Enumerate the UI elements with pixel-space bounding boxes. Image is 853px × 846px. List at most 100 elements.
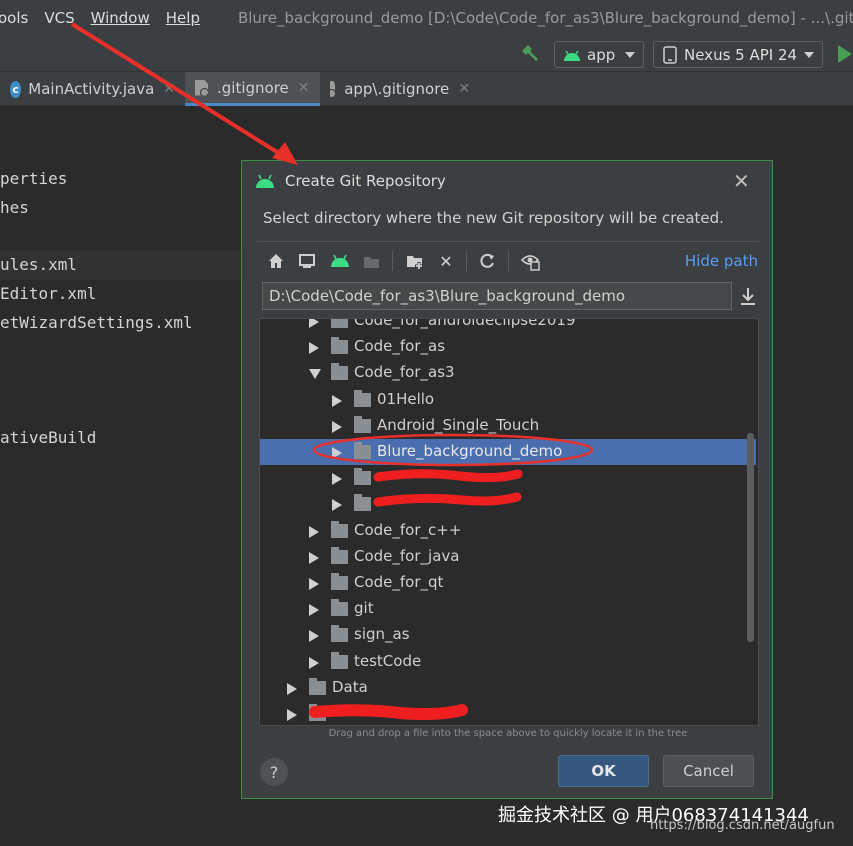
tree-row-label: Code_for_as3 (354, 363, 455, 382)
tree-row-label: Code_for_java (354, 546, 460, 565)
java-class-icon: c (10, 80, 22, 98)
editor-line: ules.xml (0, 255, 78, 274)
expand-right-icon[interactable] (309, 656, 319, 669)
folder-icon (309, 677, 326, 695)
help-button[interactable]: ? (260, 758, 288, 786)
tree-row[interactable]: Code_for_qt (260, 570, 756, 596)
tree-row-label: git (354, 599, 374, 618)
cancel-button[interactable]: Cancel (663, 755, 754, 787)
folder-icon (354, 494, 371, 512)
expand-right-icon[interactable] (332, 420, 342, 433)
expand-right-icon[interactable] (309, 551, 319, 564)
expand-right-icon[interactable] (309, 342, 319, 355)
folder-icon (354, 389, 371, 407)
folder-icon (331, 625, 348, 643)
tab-gitignore[interactable]: .gitignore ✕ (185, 72, 320, 106)
scrollbar[interactable] (747, 433, 754, 642)
dialog-description: Select directory where the new Git repos… (263, 209, 724, 227)
tree-row[interactable]: Android_Single_Touch (260, 413, 756, 439)
expand-right-icon[interactable] (309, 578, 319, 590)
tree-row[interactable]: Blure_background_demo (260, 439, 756, 465)
folder-icon (331, 337, 348, 355)
build-hammer-icon[interactable] (518, 42, 542, 66)
menu-window[interactable]: Window (91, 9, 150, 27)
tree-row[interactable] (260, 701, 756, 725)
phone-icon (663, 45, 677, 64)
folder-icon (309, 704, 326, 721)
device-label: Nexus 5 API 24 (684, 45, 798, 64)
expand-right-icon[interactable] (332, 473, 342, 486)
expand-right-icon[interactable] (309, 319, 319, 328)
tree-row[interactable]: Data (260, 675, 756, 701)
tree-row[interactable]: Code_for_as3 (260, 360, 756, 386)
menu-help[interactable]: Help (166, 9, 200, 27)
tree-row-label: sign_as (354, 625, 410, 644)
editor-line: hes (0, 198, 29, 217)
tree-row[interactable]: Code_for_androideclipse2019 (260, 319, 756, 334)
expand-down-icon[interactable] (309, 369, 321, 380)
toolbar-separator (392, 251, 393, 271)
new-folder-icon[interactable] (405, 251, 425, 271)
expand-right-icon[interactable] (309, 525, 319, 538)
run-config-combo[interactable]: app (554, 41, 644, 68)
file-icon (195, 79, 208, 96)
tree-row[interactable]: Code_for_java (260, 544, 756, 570)
tree-row[interactable] (260, 465, 756, 491)
device-combo[interactable]: Nexus 5 API 24 (653, 41, 823, 68)
tree-row-label: 01Hello (377, 389, 435, 408)
close-icon[interactable]: ✕ (163, 81, 175, 97)
path-field[interactable]: D:\Code\Code_for_as3\Blure_background_de… (262, 282, 732, 310)
delete-icon[interactable]: ✕ (436, 251, 456, 271)
tree-row[interactable]: sign_as (260, 622, 756, 648)
close-icon[interactable]: ✕ (298, 80, 310, 96)
tree-row-label: Android_Single_Touch (377, 415, 540, 434)
tree-row-label: Code_for_as (354, 337, 446, 356)
show-hidden-icon[interactable] (520, 251, 540, 271)
tree-row-label: Data (332, 677, 368, 696)
expand-right-icon[interactable] (332, 499, 342, 512)
expand-right-icon[interactable] (309, 604, 319, 617)
menu-tools[interactable]: ools (0, 9, 28, 27)
folder-icon (331, 546, 348, 564)
expand-right-icon[interactable] (332, 447, 342, 459)
folder-icon (331, 599, 348, 617)
tree-row[interactable]: Code_for_c++ (260, 518, 756, 544)
toolbar-separator (508, 251, 509, 271)
home-icon[interactable] (266, 251, 286, 271)
expand-right-icon[interactable] (287, 682, 297, 695)
tree-row[interactable] (260, 491, 756, 517)
module-folder-icon[interactable] (362, 251, 382, 271)
tree-row[interactable]: git (260, 596, 756, 622)
hide-path-link[interactable]: Hide path (685, 252, 758, 270)
tab-app-gitignore[interactable]: app\.gitignore ✕ (320, 72, 480, 106)
chooser-toolbar: ✕ Hide path (257, 241, 759, 279)
expand-right-icon[interactable] (287, 709, 297, 721)
ok-button[interactable]: OK (558, 755, 649, 787)
tab-mainactivity[interactable]: c MainActivity.java ✕ (0, 72, 185, 106)
close-icon[interactable]: ✕ (733, 169, 750, 193)
window-title: Blure_background_demo [D:\Code\Code_for_… (237, 9, 853, 27)
tab-label: MainActivity.java (28, 80, 155, 98)
tree-row-label: testCode (354, 651, 422, 670)
editor-line: etWizardSettings.xml (0, 313, 193, 332)
directory-tree[interactable]: Code_for_androideclipse2019 Code_for_as Co… (259, 318, 759, 726)
folder-icon (354, 442, 371, 459)
expand-right-icon[interactable] (309, 630, 319, 643)
download-icon[interactable] (739, 285, 757, 307)
menu-vcs[interactable]: VCS (44, 9, 74, 27)
close-icon[interactable]: ✕ (458, 81, 470, 97)
tree-row-label: Code_for_c++ (354, 520, 462, 539)
refresh-icon[interactable] (477, 251, 497, 271)
tree-row[interactable]: testCode (260, 649, 756, 675)
toolbar-separator (466, 251, 467, 271)
expand-right-icon[interactable] (332, 394, 342, 407)
tree-row[interactable]: 01Hello (260, 387, 756, 413)
editor-tabs: c MainActivity.java ✕ .gitignore ✕ app\.… (0, 72, 853, 106)
tree-row[interactable]: Code_for_as (260, 334, 756, 360)
drag-drop-hint: Drag and drop a file into the space abov… (328, 728, 688, 739)
tree-row-label: Code_for_qt (354, 573, 444, 591)
run-icon[interactable] (838, 45, 852, 63)
tree-row-label: Blure_background_demo (377, 442, 563, 460)
project-android-icon[interactable] (330, 251, 350, 271)
desktop-icon[interactable] (297, 251, 317, 271)
